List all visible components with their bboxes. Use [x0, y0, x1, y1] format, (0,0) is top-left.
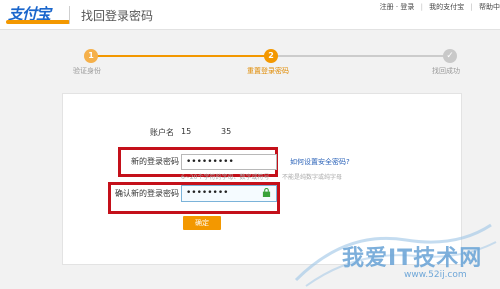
step-2-dot: 2: [264, 49, 278, 63]
confirm-button[interactable]: 确定: [183, 216, 221, 230]
link-divider: |: [470, 3, 473, 11]
step-2-label: 重置登录密码: [247, 67, 289, 75]
password-hint-extra: 不能是纯数字或纯字母: [282, 174, 343, 181]
step-1-label: 验证身份: [73, 67, 101, 75]
header-divider: [69, 6, 70, 24]
logo-swoosh: [6, 20, 70, 24]
top-header: 支付宝 找回登录密码 注册 · 登录 | 我的支付宝 | 帮助中: [0, 0, 500, 30]
step-1-dot: 1: [84, 49, 98, 63]
alipay-logo[interactable]: 支付宝: [4, 3, 72, 25]
help-center-link[interactable]: 帮助中: [479, 3, 500, 11]
step-3-label: 找回成功: [432, 67, 460, 75]
account-value: 15: [181, 127, 192, 136]
new-password-label: 新的登录密码: [131, 157, 179, 166]
step-3-check-icon: ✓: [443, 49, 457, 63]
step-line-completed: [97, 55, 265, 57]
password-help-link[interactable]: 如何设置安全密码?: [290, 157, 350, 167]
keyboard-lock-icon[interactable]: [262, 188, 271, 197]
link-divider: |: [420, 3, 423, 11]
confirm-password-label: 确认新的登录密码: [115, 189, 179, 198]
password-hint: 6~20个字符的字母、数字或符号: [181, 174, 270, 181]
top-links: 注册 · 登录 | 我的支付宝 | 帮助中: [376, 2, 500, 12]
watermark-text: 我爱IT技术网: [342, 246, 483, 271]
step-line-pending: [277, 55, 447, 57]
progress-steps: 1 2 ✓ 验证身份 重置登录密码 找回成功: [0, 44, 500, 80]
my-alipay-link[interactable]: 我的支付宝: [429, 3, 464, 11]
login-register-link[interactable]: 注册 · 登录: [380, 3, 415, 11]
watermark-url: www.52ij.com: [404, 270, 467, 280]
account-label: 账户名: [150, 128, 174, 137]
new-password-input[interactable]: •••••••••: [181, 154, 277, 170]
account-value-suffix: 35: [221, 127, 232, 136]
page-title: 找回登录密码: [81, 9, 154, 23]
